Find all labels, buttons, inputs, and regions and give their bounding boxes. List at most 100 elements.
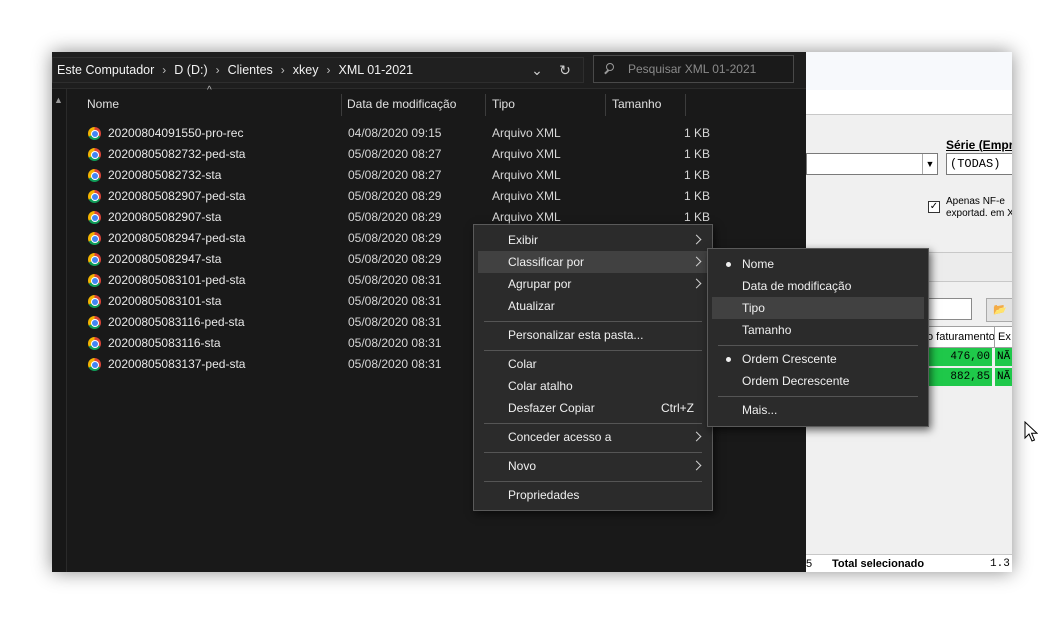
combo-arrow-icon[interactable]: ▼ bbox=[922, 154, 937, 174]
menu-item-atualizar[interactable]: Atualizar bbox=[478, 295, 708, 317]
menu-separator bbox=[484, 481, 702, 482]
menu-item-propriedades[interactable]: Propriedades bbox=[478, 484, 708, 506]
file-row[interactable]: 20200805082732-ped-sta 05/08/2020 08:27 … bbox=[86, 144, 710, 165]
file-date: 05/08/2020 08:31 bbox=[348, 273, 442, 287]
column-divider[interactable] bbox=[485, 94, 486, 116]
sort-option-nome[interactable]: Nome bbox=[712, 253, 924, 275]
menu-item-label: Classificar por bbox=[508, 255, 585, 269]
breadcrumb-chevron-icon[interactable]: › bbox=[216, 63, 220, 77]
menu-item-label: Exibir bbox=[508, 233, 539, 247]
column-header-date[interactable]: Data de modificação bbox=[347, 90, 485, 118]
total-selecionado-value: 1.3 bbox=[990, 558, 1010, 570]
sort-option-tamanho[interactable]: Tamanho bbox=[712, 319, 924, 341]
file-name: 20200804091550-pro-rec bbox=[108, 126, 244, 140]
folder-open-button[interactable]: 📂 bbox=[986, 298, 1012, 322]
checkbox-text-line-1: Apenas NF-e bbox=[946, 196, 1005, 207]
file-name: 20200805082907-ped-sta bbox=[108, 189, 246, 203]
menu-item-agrupar-por[interactable]: Agrupar por bbox=[478, 273, 708, 295]
column-header-size[interactable]: Tamanho bbox=[612, 90, 684, 118]
breadcrumb-chevron-icon[interactable]: › bbox=[281, 63, 285, 77]
grid-cell-flag: NÃ bbox=[995, 348, 1012, 366]
file-size: 1 KB bbox=[683, 147, 710, 161]
address-bar[interactable]: Este Computador › D (D:) › Clientes › xk… bbox=[52, 57, 584, 83]
search-icon bbox=[604, 63, 616, 75]
serie-combo[interactable]: (TODAS) bbox=[946, 153, 1012, 175]
chrome-xml-file-icon bbox=[88, 253, 101, 266]
selected-bullet-icon bbox=[726, 262, 731, 267]
column-divider[interactable] bbox=[685, 94, 686, 116]
menu-item-personalizar[interactable]: Personalizar esta pasta... bbox=[478, 324, 708, 346]
breadcrumb-chevron-icon[interactable]: › bbox=[162, 63, 166, 77]
column-divider[interactable] bbox=[341, 94, 342, 116]
file-type: Arquivo XML bbox=[492, 147, 561, 161]
file-row[interactable]: 20200804091550-pro-rec 04/08/2020 09:15 … bbox=[86, 123, 710, 144]
background-app-strip bbox=[806, 90, 1012, 115]
file-date: 05/08/2020 08:31 bbox=[348, 294, 442, 308]
chrome-xml-file-icon bbox=[88, 127, 101, 140]
file-date: 05/08/2020 08:31 bbox=[348, 336, 442, 350]
breadcrumb-item[interactable]: Este Computador bbox=[57, 63, 154, 77]
selected-bullet-icon bbox=[726, 357, 731, 362]
chrome-xml-file-icon bbox=[88, 148, 101, 161]
address-history-chevron-down-icon[interactable]: ⌄ bbox=[524, 57, 550, 83]
file-name: 20200805083101-sta bbox=[108, 294, 222, 308]
apenas-nfe-checkbox[interactable]: ✓ bbox=[928, 201, 940, 213]
menu-item-label: Colar atalho bbox=[508, 379, 573, 393]
context-menu: Exibir Classificar por Agrupar por Atual… bbox=[473, 224, 713, 511]
grid-header-ex[interactable]: Ex bbox=[994, 326, 1012, 348]
menu-item-colar-atalho[interactable]: Colar atalho bbox=[478, 375, 708, 397]
totals-bar: 5 Total selecionado 1.3 bbox=[806, 554, 1012, 572]
refresh-icon[interactable]: ↻ bbox=[552, 57, 578, 83]
background-app-input[interactable] bbox=[926, 298, 972, 320]
sort-option-mais[interactable]: Mais... bbox=[712, 399, 924, 421]
grid-cell-value: 476,00 bbox=[924, 348, 992, 366]
breadcrumb-chevron-icon[interactable]: › bbox=[326, 63, 330, 77]
file-date: 05/08/2020 08:29 bbox=[348, 189, 442, 203]
menu-item-classificar-por[interactable]: Classificar por bbox=[478, 251, 708, 273]
navigation-pane[interactable]: ▲ bbox=[52, 89, 67, 572]
chrome-xml-file-icon bbox=[88, 211, 101, 224]
totals-prefix: 5 bbox=[806, 558, 813, 570]
chevron-right-icon bbox=[693, 251, 700, 273]
breadcrumb-item[interactable]: D (D:) bbox=[174, 63, 207, 77]
chrome-xml-file-icon bbox=[88, 274, 101, 287]
menu-item-label: Data de modificação bbox=[742, 279, 852, 293]
menu-item-label: Propriedades bbox=[508, 488, 580, 502]
chrome-xml-file-icon bbox=[88, 232, 101, 245]
sort-option-data[interactable]: Data de modificação bbox=[712, 275, 924, 297]
menu-item-desfazer-copiar[interactable]: Desfazer Copiar Ctrl+Z bbox=[478, 397, 708, 419]
chrome-xml-file-icon bbox=[88, 295, 101, 308]
file-date: 05/08/2020 08:27 bbox=[348, 168, 442, 182]
sort-option-tipo[interactable]: Tipo bbox=[712, 297, 924, 319]
company-combo[interactable]: ▼ bbox=[806, 153, 938, 175]
menu-item-exibir[interactable]: Exibir bbox=[478, 229, 708, 251]
menu-item-label: Desfazer Copiar bbox=[508, 401, 595, 415]
scroll-up-icon[interactable]: ▲ bbox=[54, 95, 63, 105]
sort-submenu: Nome Data de modificação Tipo Tamanho Or… bbox=[707, 248, 929, 427]
sort-order-decrescente[interactable]: Ordem Decrescente bbox=[712, 370, 924, 392]
menu-item-label: Ordem Decrescente bbox=[742, 374, 850, 388]
file-name: 20200805083101-ped-sta bbox=[108, 273, 246, 287]
file-name: 20200805082732-ped-sta bbox=[108, 147, 246, 161]
chrome-xml-file-icon bbox=[88, 337, 101, 350]
search-input[interactable]: Pesquisar XML 01-2021 bbox=[593, 55, 794, 83]
background-app-toolbar bbox=[806, 52, 1012, 90]
grid-cell-value: 882,85 bbox=[924, 368, 992, 386]
column-divider[interactable] bbox=[605, 94, 606, 116]
file-row[interactable]: 20200805082732-sta 05/08/2020 08:27 Arqu… bbox=[86, 165, 710, 186]
menu-item-conceder-acesso[interactable]: Conceder acesso a bbox=[478, 426, 708, 448]
menu-item-label: Ordem Crescente bbox=[742, 352, 837, 366]
column-header-name[interactable]: Nome bbox=[86, 90, 337, 118]
breadcrumb-item[interactable]: xkey bbox=[293, 63, 319, 77]
chrome-xml-file-icon bbox=[88, 190, 101, 203]
menu-item-novo[interactable]: Novo bbox=[478, 455, 708, 477]
breadcrumb-item[interactable]: Clientes bbox=[228, 63, 273, 77]
file-row[interactable]: 20200805082907-ped-sta 05/08/2020 08:29 … bbox=[86, 186, 710, 207]
grid-cell-flag: NÃ bbox=[995, 368, 1012, 386]
breadcrumb-item[interactable]: XML 01-2021 bbox=[338, 63, 413, 77]
grid-header-faturamento[interactable]: o faturamento bbox=[924, 326, 996, 348]
column-header-type[interactable]: Tipo bbox=[492, 90, 604, 118]
menu-item-label: Novo bbox=[508, 459, 537, 473]
sort-order-crescente[interactable]: Ordem Crescente bbox=[712, 348, 924, 370]
menu-item-colar[interactable]: Colar bbox=[478, 353, 708, 375]
